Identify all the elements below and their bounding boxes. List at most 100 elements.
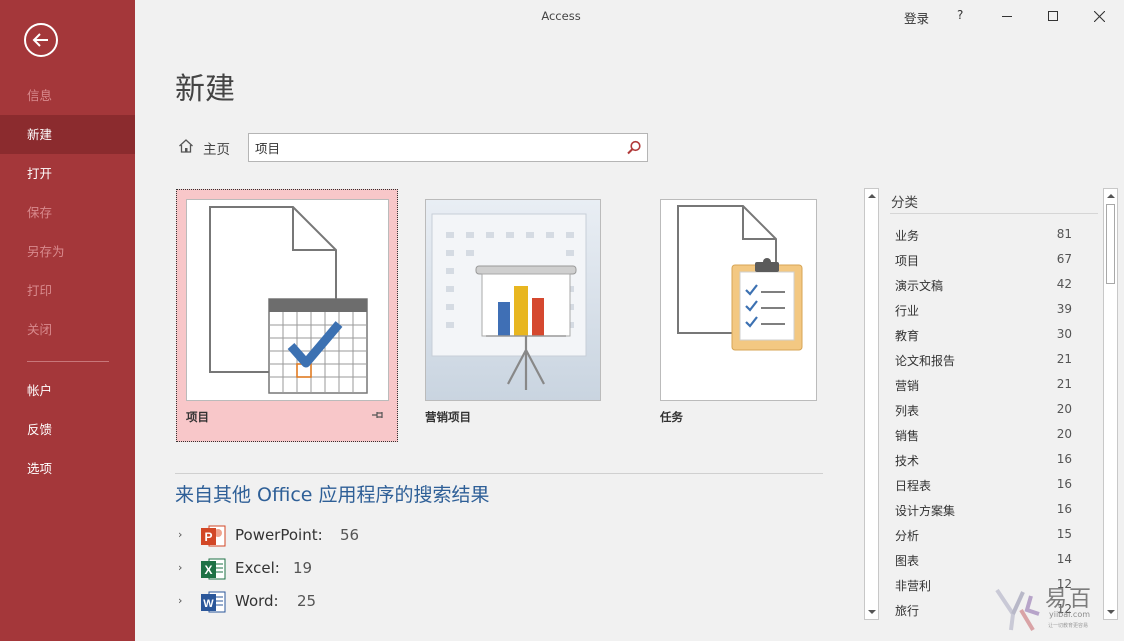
category-item[interactable]: 项目 67 <box>890 247 1080 272</box>
category-name: 技术 <box>895 454 920 468</box>
expand-chevron-icon[interactable]: › <box>178 561 182 574</box>
category-count: 67 <box>1056 252 1072 266</box>
category-count: 16 <box>1056 477 1072 491</box>
category-name: 论文和报告 <box>895 354 956 368</box>
minimize-icon <box>1002 16 1012 17</box>
close-icon <box>1094 11 1105 22</box>
nav-info[interactable]: 信息 <box>0 76 135 115</box>
category-panel: 分类 业务 81 项目 67 演示文稿 42 行业 39 教育 30 论文和报告 21 营销… <box>864 188 1118 620</box>
category-heading: 分类 <box>891 195 918 211</box>
category-item[interactable]: 日程表 16 <box>890 472 1080 497</box>
yiibai-logo-icon <box>995 588 1040 632</box>
watermark-slogan: 让一切教育更容易 <box>1048 623 1089 629</box>
category-item[interactable]: 论文和报告 21 <box>890 347 1080 372</box>
category-heading-divider <box>890 213 1098 214</box>
category-name: 分析 <box>895 529 920 543</box>
result-row-excel[interactable]: › X Excel: 19 <box>178 556 338 582</box>
category-name: 列表 <box>895 404 920 418</box>
template-search-input[interactable] <box>255 138 615 157</box>
svg-text:X: X <box>204 563 212 577</box>
expand-chevron-icon[interactable]: › <box>178 594 182 607</box>
pin-icon[interactable] <box>372 410 384 420</box>
sign-in-link[interactable]: 登录 <box>904 8 929 27</box>
category-item[interactable]: 列表 20 <box>890 397 1080 422</box>
nav-divider <box>27 361 109 362</box>
category-name: 业务 <box>895 229 920 243</box>
category-count: 14 <box>1056 552 1072 566</box>
nav-close[interactable]: 关闭 <box>0 310 135 349</box>
category-name: 日程表 <box>895 479 932 493</box>
nav-print[interactable]: 打印 <box>0 271 135 310</box>
watermark-text: 易百 <box>1045 587 1094 612</box>
excel-icon: X <box>201 558 226 580</box>
nav-account[interactable]: 帐户 <box>0 371 135 410</box>
result-row-powerpoint[interactable]: › P PowerPoint: 56 <box>178 523 378 549</box>
title-bar: Access 登录 ? <box>135 0 1124 32</box>
category-count: 81 <box>1056 227 1072 241</box>
result-app-name: Excel: <box>235 559 280 577</box>
nav-feedback[interactable]: 反馈 <box>0 410 135 449</box>
template-thumbnail <box>186 199 389 401</box>
scroll-up-icon[interactable] <box>1106 191 1116 201</box>
watermark-url: yiibai.com <box>1049 610 1091 619</box>
minimize-button[interactable] <box>984 0 1030 32</box>
nav-open[interactable]: 打开 <box>0 154 135 193</box>
window-title: Access <box>541 9 581 23</box>
triangle-up-icon <box>868 194 876 198</box>
nav-save-as[interactable]: 另存为 <box>0 232 135 271</box>
result-app-name: Word: <box>235 592 279 610</box>
calendar-check-icon <box>209 206 368 394</box>
result-app-name: PowerPoint: <box>235 526 323 544</box>
category-name: 设计方案集 <box>895 504 956 518</box>
svg-text:W: W <box>203 598 214 610</box>
category-count: 16 <box>1056 452 1072 466</box>
category-item[interactable]: 营销 21 <box>890 372 1080 397</box>
category-count: 21 <box>1056 352 1072 366</box>
template-card-project[interactable]: 项目 <box>176 189 398 442</box>
result-count: 25 <box>297 592 317 610</box>
category-item[interactable]: 行业 39 <box>890 297 1080 322</box>
results-divider <box>175 473 823 474</box>
category-name: 教育 <box>895 329 920 343</box>
category-item[interactable]: 技术 16 <box>890 447 1080 472</box>
category-name: 演示文稿 <box>895 279 944 293</box>
help-button[interactable]: ? <box>957 8 963 22</box>
nav-new[interactable]: 新建 <box>0 115 135 154</box>
nav-options[interactable]: 选项 <box>0 449 135 488</box>
template-thumbnail <box>425 199 601 401</box>
category-item[interactable]: 教育 30 <box>890 322 1080 347</box>
category-item[interactable]: 销售 20 <box>890 422 1080 447</box>
template-thumbnail <box>660 199 817 401</box>
presentation-chart-icon <box>426 200 600 400</box>
category-count: 20 <box>1056 427 1072 441</box>
category-item[interactable]: 图表 14 <box>890 547 1080 572</box>
category-item[interactable]: 设计方案集 16 <box>890 497 1080 522</box>
scroll-thumb[interactable] <box>1106 204 1115 284</box>
category-item[interactable]: 分析 15 <box>890 522 1080 547</box>
template-card-tasks[interactable]: 任务 <box>660 199 817 429</box>
nav-save[interactable]: 保存 <box>0 193 135 232</box>
template-label: 营销项目 <box>425 410 471 424</box>
scroll-down-icon[interactable] <box>1106 607 1116 617</box>
category-count: 42 <box>1056 277 1072 291</box>
expand-chevron-icon[interactable]: › <box>178 528 182 541</box>
category-item[interactable]: 演示文稿 42 <box>890 272 1080 297</box>
template-card-marketing-project[interactable]: 营销项目 <box>425 199 601 429</box>
template-label: 项目 <box>186 410 209 424</box>
powerpoint-icon: P <box>201 525 226 547</box>
template-label: 任务 <box>660 410 683 424</box>
category-name: 项目 <box>895 254 920 268</box>
close-button[interactable] <box>1076 0 1122 32</box>
category-count: 20 <box>1056 402 1072 416</box>
category-name: 旅行 <box>895 604 920 618</box>
category-scrollbar[interactable] <box>1103 188 1118 620</box>
result-row-word[interactable]: › W Word: 25 <box>178 589 338 615</box>
maximize-button[interactable] <box>1030 0 1076 32</box>
category-name: 营销 <box>895 379 920 393</box>
back-button[interactable] <box>24 23 58 57</box>
category-count: 15 <box>1056 527 1072 541</box>
triangle-down-icon <box>868 610 876 614</box>
search-icon[interactable] <box>625 139 643 157</box>
category-item[interactable]: 业务 81 <box>890 222 1080 247</box>
clipboard-checklist-icon <box>677 205 803 351</box>
